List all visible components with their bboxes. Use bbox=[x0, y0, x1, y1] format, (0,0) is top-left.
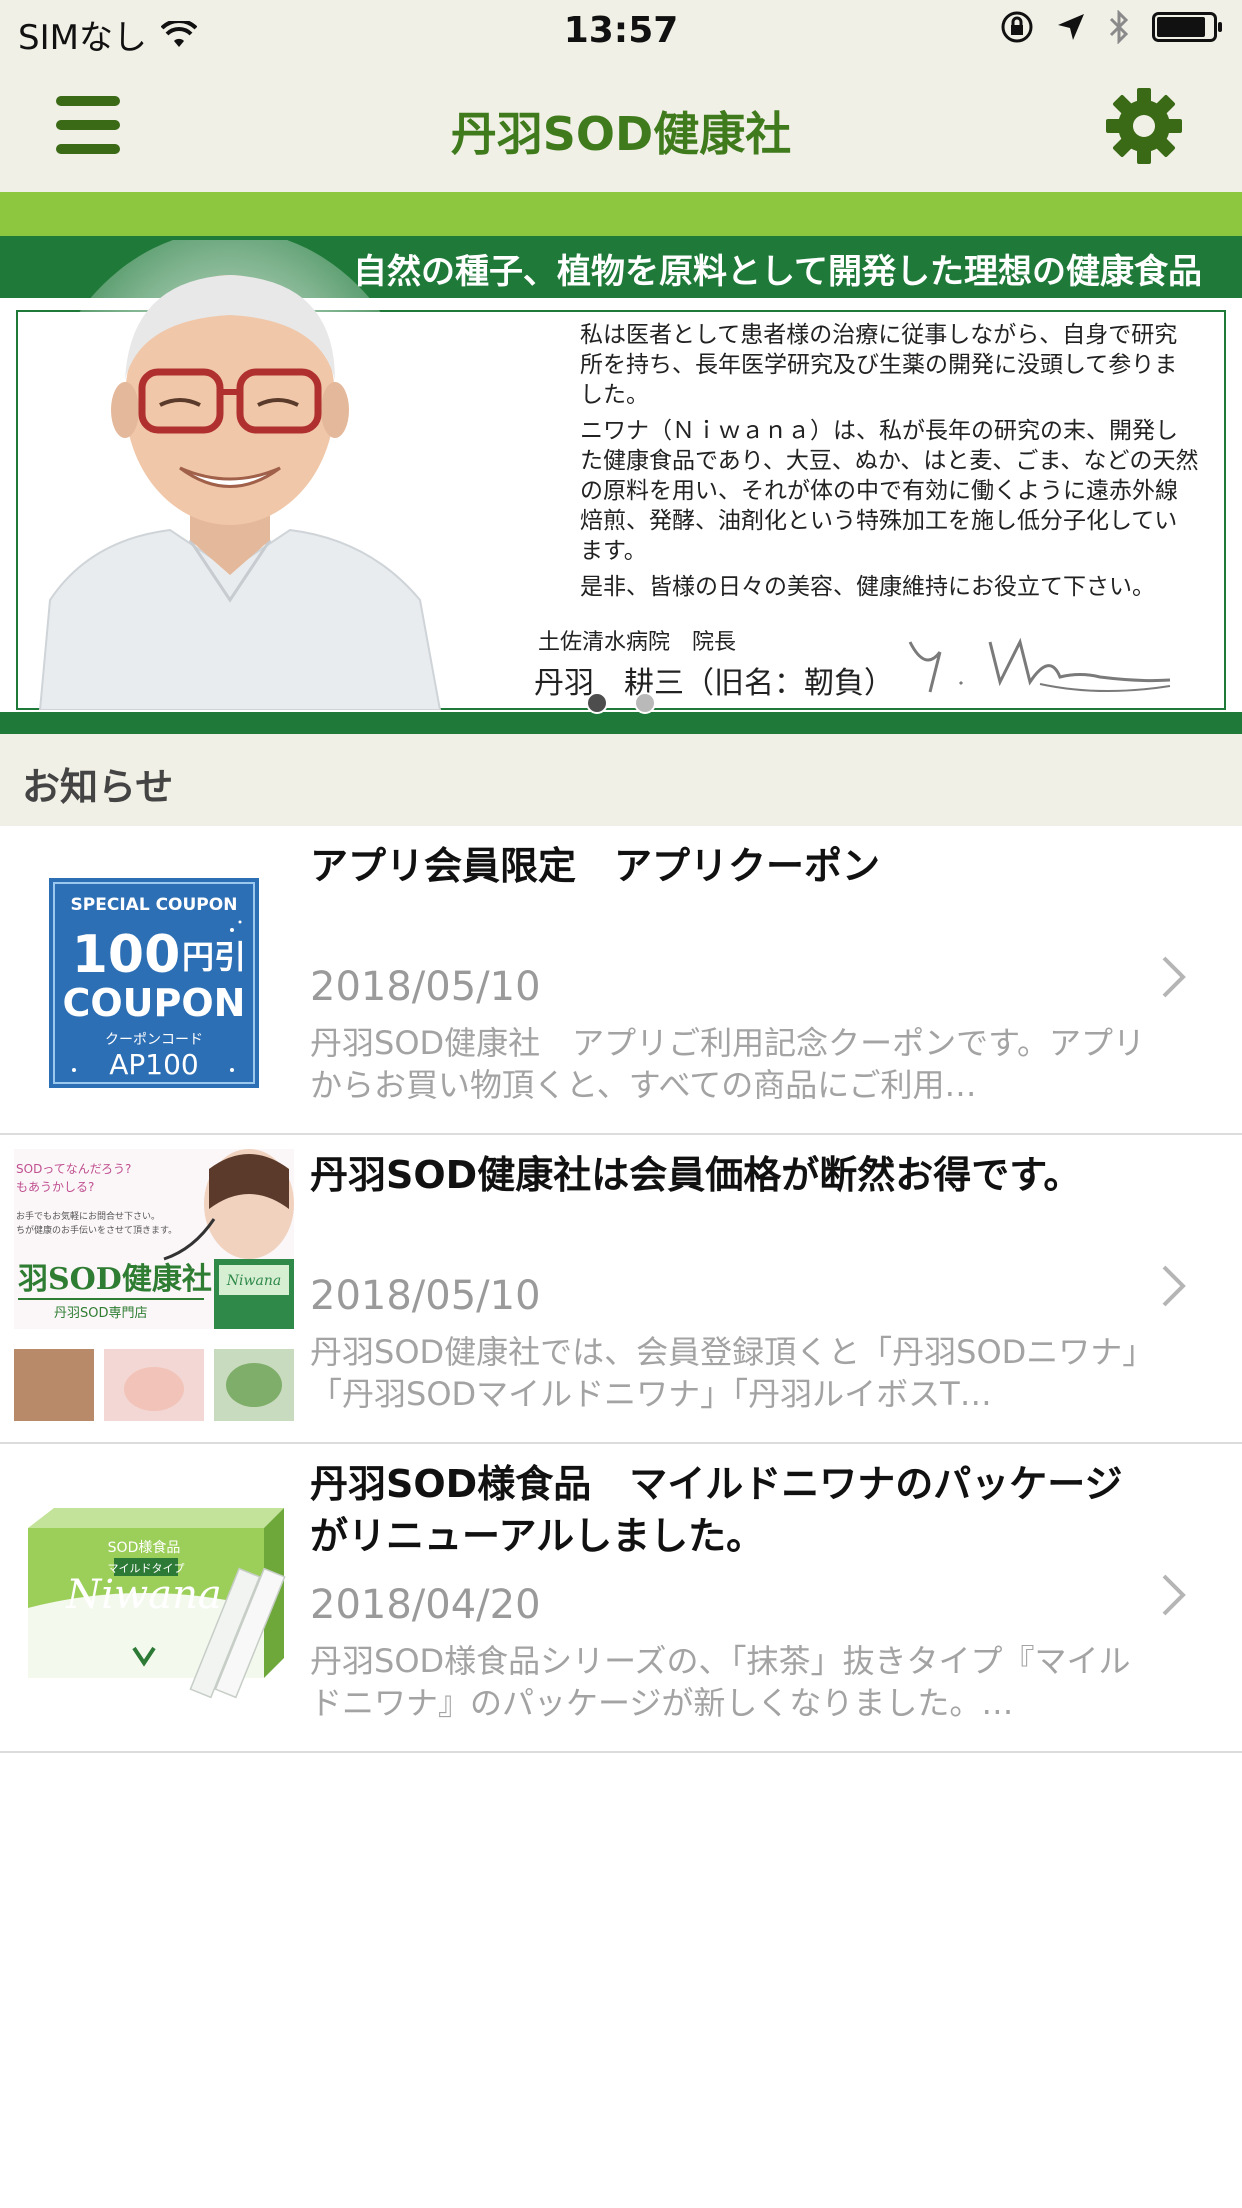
carousel-dots bbox=[0, 692, 1242, 714]
package-label: SOD様食品 bbox=[108, 1539, 181, 1556]
news-date: 2018/04/20 bbox=[310, 1582, 541, 1628]
banner-message: 私は医者として患者様の治療に従事しながら、自身で研究所を持ち、長年医学研究及び生… bbox=[580, 320, 1200, 608]
thumb-shop: 丹羽SOD専門店 bbox=[54, 1306, 148, 1321]
news-description: 丹羽SOD健康社 アプリご利用記念クーポンです。アプリからお買い物頂くと、すべて… bbox=[310, 1024, 1145, 1104]
battery-icon bbox=[1152, 12, 1222, 42]
coupon-code-label: クーポンコード bbox=[105, 1032, 203, 1048]
banner-paragraph: 是非、皆様の日々の美容、健康維持にお役立て下さい。 bbox=[580, 574, 1155, 600]
status-icons bbox=[1000, 10, 1224, 44]
list-item[interactable]: SODってなんだろう? もあうかしる? お手でもお気軽にお問合せ下さい。 ちが健… bbox=[0, 1135, 1242, 1444]
nav-bar: 丹羽SOD健康社 bbox=[0, 60, 1242, 192]
news-description: 丹羽SOD様食品シリーズの、「抹茶」抜きタイプ『マイルドニワナ』のパッケージが新… bbox=[310, 1642, 1131, 1722]
package-thumbnail: SOD様食品 マイルドタイプ Niwana bbox=[14, 1458, 294, 1738]
coupon-word: COUPON bbox=[62, 981, 245, 1025]
top-bar: SIMなし 13:57 丹羽SOD健康社 bbox=[0, 0, 1242, 192]
bluetooth-icon bbox=[1109, 10, 1129, 44]
page-title: 丹羽SOD健康社 bbox=[450, 107, 792, 161]
coupon-unit: 円引 bbox=[182, 938, 246, 976]
chevron-right-icon bbox=[1162, 956, 1186, 998]
gear-icon bbox=[1106, 88, 1182, 164]
news-list: SPECIAL COUPON 100 円引 COUPON クーポンコード AP1… bbox=[0, 826, 1242, 1753]
member-image: SODってなんだろう? もあうかしる? お手でもお気軽にお問合せ下さい。 ちが健… bbox=[14, 1149, 294, 1421]
coupon-code: AP100 bbox=[109, 1048, 198, 1081]
news-date: 2018/05/10 bbox=[310, 1273, 541, 1319]
banner-band-top bbox=[0, 192, 1242, 236]
news-description: 丹羽SOD健康社では、会員登録頂くと「丹羽SODニワナ」「丹羽SODマイルドニワ… bbox=[310, 1333, 1139, 1413]
news-date: 2018/05/10 bbox=[310, 964, 541, 1010]
hero-banner[interactable]: 自然の種子、植物を原料として開発した理想の健康食品 私は医者として患者様の治療に… bbox=[0, 192, 1242, 734]
section-label: お知らせ bbox=[22, 765, 174, 809]
thumb-brand: 羽SOD健康社 bbox=[18, 1262, 212, 1297]
coupon-kicker: SPECIAL COUPON bbox=[71, 895, 238, 915]
chevron-right-icon bbox=[1162, 1265, 1186, 1307]
package-image: SOD様食品 マイルドタイプ Niwana bbox=[28, 1508, 286, 1699]
carousel-dot-2[interactable] bbox=[634, 692, 656, 714]
package-brand: Niwana bbox=[65, 1572, 222, 1618]
signature-image bbox=[908, 637, 1171, 693]
status-bar: SIMなし 13:57 bbox=[0, 0, 1242, 60]
orientation-lock-icon bbox=[1001, 11, 1033, 43]
carousel-dot-1[interactable] bbox=[586, 692, 608, 714]
chevron-right-icon bbox=[1162, 1574, 1186, 1616]
banner-headline: 自然の種子、植物を原料として開発した理想の健康食品 bbox=[353, 252, 1202, 292]
banner-role: 土佐清水病院 院長 bbox=[538, 630, 737, 655]
news-title: 丹羽SOD健康社は会員価格が断然お得です。 bbox=[310, 1153, 1082, 1197]
location-icon bbox=[1058, 14, 1084, 40]
coupon-amount: 100 bbox=[72, 925, 181, 985]
thumb-text: もあうかしる? bbox=[16, 1180, 94, 1194]
list-item[interactable]: SOD様食品 マイルドタイプ Niwana 丹羽SOD様食品 マイルドニワナのパ… bbox=[0, 1444, 1242, 1753]
banner-paragraph: ニワナ（Ｎｉｗａｎａ）は、私が長年の研究の末、開発した健康食品であり、大豆、ぬか… bbox=[580, 418, 1199, 564]
thumb-text: お手でもお気軽にお問合せ下さい。 bbox=[16, 1210, 160, 1222]
doctor-portrait bbox=[30, 240, 442, 710]
list-item[interactable]: SPECIAL COUPON 100 円引 COUPON クーポンコード AP1… bbox=[0, 826, 1242, 1135]
coupon-image: SPECIAL COUPON 100 円引 COUPON クーポンコード AP1… bbox=[49, 878, 259, 1088]
banner-paragraph: 私は医者として患者様の治療に従事しながら、自身で研究所を持ち、長年医学研究及び生… bbox=[580, 322, 1178, 408]
news-title: 丹羽SOD様食品 マイルドニワナのパッケージがリニューアルしました。 bbox=[310, 1462, 1123, 1558]
thumb-box-label: Niwana bbox=[226, 1273, 281, 1289]
banner-band-bottom bbox=[0, 712, 1242, 734]
thumb-text: ちが健康のお手伝いをさせて頂きます。 bbox=[16, 1224, 177, 1236]
coupon-thumbnail: SPECIAL COUPON 100 円引 COUPON クーポンコード AP1… bbox=[14, 840, 294, 1120]
news-title: アプリ会員限定 アプリクーポン bbox=[310, 844, 881, 888]
member-thumbnail: SODってなんだろう? もあうかしる? お手でもお気軽にお問合せ下さい。 ちが健… bbox=[14, 1149, 294, 1429]
thumb-text: SODってなんだろう? bbox=[16, 1162, 131, 1176]
section-header: お知らせ bbox=[0, 734, 1242, 826]
settings-button[interactable] bbox=[1104, 86, 1184, 166]
